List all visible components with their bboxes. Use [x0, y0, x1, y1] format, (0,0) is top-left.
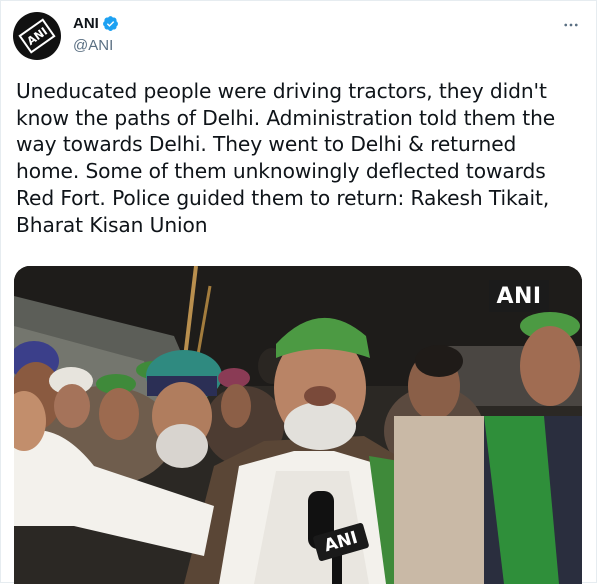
more-options-icon[interactable]	[559, 13, 583, 37]
ani-watermark: ANI	[489, 280, 549, 312]
author-handle[interactable]: @ANI	[73, 37, 113, 54]
tweet-text-line: way towards Delhi. They went to Delhi & …	[16, 132, 517, 157]
ani-logo: ANI	[18, 18, 56, 54]
author-display-name[interactable]: ANI	[73, 15, 99, 32]
tweet-photo[interactable]	[14, 266, 582, 584]
avatar-logo-text: ANI	[24, 24, 50, 48]
avatar[interactable]: ANI	[13, 12, 61, 60]
tweet-text: Uneducated people were driving tractors,…	[16, 78, 581, 238]
verified-badge-icon	[102, 15, 119, 32]
tweet-text-line: Bharat Kisan Union	[16, 212, 208, 237]
tweet-text-line: home. Some of them unknowingly deflected…	[16, 159, 546, 184]
author-name-row[interactable]: ANI	[73, 15, 119, 32]
tweet-text-line: Uneducated people were driving tractors,…	[16, 79, 547, 103]
photo-scene	[14, 266, 582, 584]
tweet-card[interactable]: ANI ANI @ANI Uneducated people were driv…	[0, 0, 597, 584]
tweet-text-line: Red Fort. Police guided them to return: …	[16, 185, 550, 210]
tweet-text-line: know the paths of Delhi. Administration …	[16, 105, 556, 130]
